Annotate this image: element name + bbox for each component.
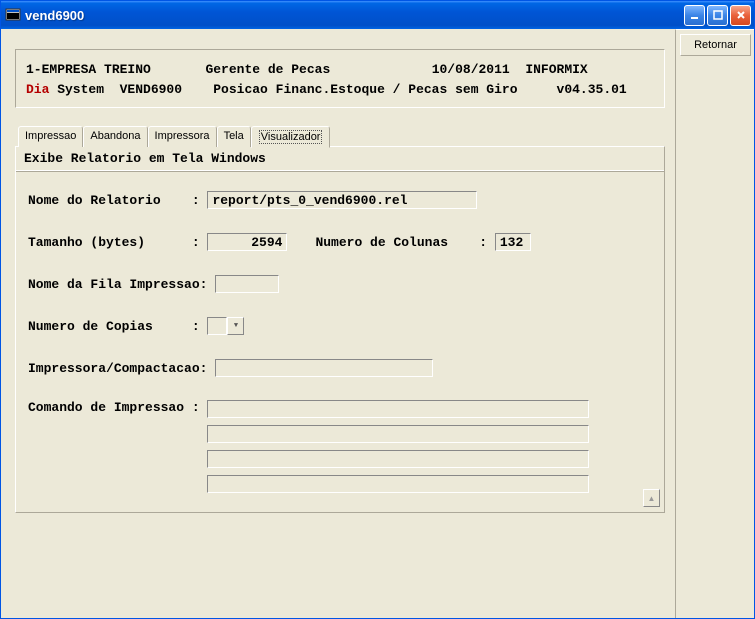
field-comando-4[interactable] [207, 475, 589, 493]
window-controls [684, 5, 751, 26]
row-fila: Nome da Fila Impressao: [28, 274, 652, 294]
report-header: 1-EMPRESA TREINO Gerente de Pecas 10/08/… [15, 49, 665, 108]
row-tamanho: Tamanho (bytes) : 2594 Numero de Colunas… [28, 232, 652, 252]
tab-visualizador[interactable]: Visualizador [251, 126, 331, 148]
row-copias: Numero de Copias : ▼ [28, 316, 652, 336]
retornar-button[interactable]: Retornar [680, 34, 751, 56]
label-impressora: Impressora/Compactacao: [28, 361, 215, 376]
field-comando-1[interactable] [207, 400, 589, 418]
row-impressora: Impressora/Compactacao: [28, 358, 652, 378]
header-system: System VEND6900 [49, 82, 182, 97]
tab-tela[interactable]: Tela [217, 126, 251, 147]
scroll-up-stub[interactable]: ▲ [643, 489, 660, 507]
side-panel: Retornar [675, 29, 754, 618]
header-role: Gerente de Pecas [205, 62, 330, 77]
tab-abandona[interactable]: Abandona [83, 126, 147, 147]
field-nome-relatorio[interactable]: report/pts_0_vend6900.rel [207, 191, 477, 209]
label-copias: Numero de Copias : [28, 319, 207, 334]
field-comando-2[interactable] [207, 425, 589, 443]
field-colunas[interactable]: 132 [495, 233, 531, 251]
label-comando: Comando de Impressao : [28, 400, 207, 415]
comando-lines [207, 400, 652, 500]
field-impressora[interactable] [215, 359, 433, 377]
label-nome-relatorio: Nome do Relatorio : [28, 193, 207, 208]
maximize-button[interactable] [707, 5, 728, 26]
titlebar[interactable]: vend6900 [1, 1, 754, 29]
header-dia: Dia [26, 82, 49, 97]
tab-strip: Impressao Abandona Impressora Tela Visua… [18, 126, 665, 147]
copias-dropdown-button[interactable]: ▼ [227, 317, 244, 335]
form-area: Nome do Relatorio : report/pts_0_vend690… [16, 190, 664, 500]
minimize-button[interactable] [684, 5, 705, 26]
field-comando-3[interactable] [207, 450, 589, 468]
main-area: 1-EMPRESA TREINO Gerente de Pecas 10/08/… [1, 29, 675, 618]
header-desc: Posicao Financ.Estoque / Pecas sem Giro [213, 82, 517, 97]
row-nome-relatorio: Nome do Relatorio : report/pts_0_vend690… [28, 190, 652, 210]
header-db: INFORMIX [525, 62, 587, 77]
app-icon [5, 7, 21, 23]
header-version: v04.35.01 [557, 82, 627, 97]
field-copias[interactable]: ▼ [207, 317, 244, 335]
tab-impressora[interactable]: Impressora [148, 126, 217, 147]
copias-input[interactable] [207, 317, 227, 335]
panel-caption: Exibe Relatorio em Tela Windows [16, 147, 664, 171]
window-title: vend6900 [25, 8, 684, 23]
client-area: 1-EMPRESA TREINO Gerente de Pecas 10/08/… [1, 29, 754, 618]
label-fila: Nome da Fila Impressao: [28, 277, 215, 292]
field-tamanho[interactable]: 2594 [207, 233, 287, 251]
row-comando: Comando de Impressao : [28, 400, 652, 500]
close-button[interactable] [730, 5, 751, 26]
label-tamanho: Tamanho (bytes) : [28, 235, 207, 250]
tab-panel: Exibe Relatorio em Tela Windows Nome do … [15, 146, 665, 513]
retornar-label: Retornar [694, 39, 737, 51]
header-date: 10/08/2011 [432, 62, 510, 77]
label-colunas: Numero de Colunas : [315, 235, 494, 250]
tab-impressao[interactable]: Impressao [18, 126, 83, 147]
header-company: 1-EMPRESA TREINO [26, 62, 151, 77]
field-fila[interactable] [215, 275, 279, 293]
app-window: vend6900 1-EMPRESA TREINO Gerente de Pec… [0, 0, 755, 619]
